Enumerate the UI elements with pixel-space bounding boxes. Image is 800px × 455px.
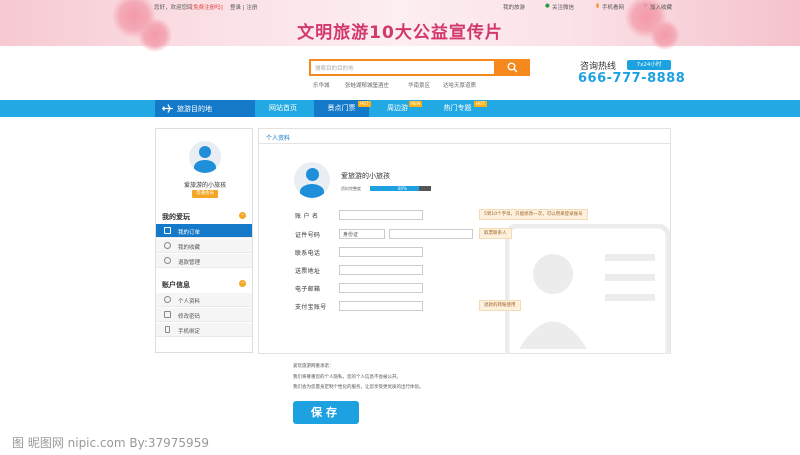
- account-input[interactable]: [339, 210, 423, 220]
- hot-word-link[interactable]: 华南景区: [408, 81, 430, 89]
- sidebar-item-label: 我的订单: [178, 230, 201, 236]
- nav-item-tickets[interactable]: 景点门票 HOT: [314, 100, 371, 117]
- id-card-watermark-icon: [505, 224, 670, 354]
- profile-username: 爱旅游的小旅孩: [341, 172, 390, 180]
- nav-item-nearby[interactable]: 周边游 NEW: [375, 100, 423, 117]
- id-number-input[interactable]: [389, 229, 473, 239]
- hot-word-link[interactable]: 达哈天厚道质: [443, 81, 476, 89]
- alipay-tip: 退款的转账使用: [479, 300, 521, 311]
- completeness-fill: [370, 186, 419, 191]
- wechat-icon: ●: [545, 3, 550, 9]
- hotline-badge: 7x24小时: [627, 60, 671, 70]
- alipay-input[interactable]: [339, 301, 423, 311]
- nav-item-topics[interactable]: 热门专题 HOT: [430, 100, 487, 117]
- search-icon: [507, 62, 518, 73]
- hot-word-link[interactable]: 张蛙湖郁城堡酒庄: [345, 81, 389, 89]
- group-title-account[interactable]: 账户信息 −: [156, 277, 252, 291]
- heart-icon: [164, 242, 171, 249]
- phone-input[interactable]: [339, 247, 423, 257]
- nav-item-label: 景点门票: [327, 104, 356, 112]
- user-icon: [164, 296, 171, 303]
- tab-divider: [259, 143, 670, 144]
- avatar[interactable]: [189, 141, 221, 173]
- star-icon: ☆: [643, 3, 648, 9]
- address-input[interactable]: [339, 265, 423, 275]
- lock-icon: [164, 311, 171, 318]
- completeness-label: 资料完整度: [341, 186, 361, 191]
- account-tip: 5到10个字母，只能修改一次，可以用来登录账号: [479, 209, 588, 220]
- refund-icon: [164, 257, 171, 264]
- chevron-down-icon: ∨: [343, 231, 347, 237]
- order-icon: [164, 227, 171, 234]
- address-label: 送票地址: [295, 268, 321, 275]
- completeness-bar: 80%: [370, 186, 431, 191]
- banner-title[interactable]: 文明旅游10大公益宣传片: [0, 18, 800, 43]
- id-type-select[interactable]: 身份证 ∨: [339, 229, 385, 239]
- sidebar-username: 爱旅游的小旅孩: [183, 182, 226, 189]
- account-sidebar: 爱旅游的小旅孩 普通会员 我的爱玩 − 我的订单 我的收藏 退款管理 账户信息 …: [155, 128, 253, 353]
- new-badge: NEW: [409, 101, 423, 107]
- sidebar-item-label: 手机绑定: [178, 329, 201, 335]
- promise-line: 我们将尊重您的个人隐私，您的个人信息不会被公开。: [293, 375, 401, 380]
- greeting-text: 您好，欢迎您回: [154, 5, 193, 11]
- hot-badge: HOT: [474, 101, 487, 107]
- login-register-link[interactable]: 登录 | 注册: [230, 3, 257, 11]
- email-input[interactable]: [339, 283, 423, 293]
- search-button[interactable]: [496, 59, 530, 76]
- phone-icon: [165, 326, 170, 333]
- destination-menu[interactable]: 旅游目的地: [155, 100, 255, 117]
- nav-item-label: 热门专题: [443, 104, 472, 112]
- promise-title: 爱玩旅游网重承诺：: [293, 364, 334, 369]
- profile-avatar[interactable]: [294, 162, 330, 198]
- search-input[interactable]: 搜索目的目的地: [309, 59, 496, 76]
- register-link[interactable]: [免费注册吗]: [191, 3, 223, 11]
- save-button[interactable]: 保存: [293, 401, 359, 424]
- watermark-text: 图 昵图网 nipic.com By:37975959: [12, 436, 209, 450]
- profile-panel: 个人资料 爱旅游的小旅孩 资料完整度 80% 账 户 名 5到10个字母，只能修…: [258, 128, 671, 354]
- id-tip: 取票联系人: [479, 228, 512, 239]
- group-title-label: 账户信息: [162, 281, 190, 289]
- member-badge: 普通会员: [192, 190, 218, 198]
- nav-item-label: 周边游: [387, 104, 408, 112]
- sidebar-item-password[interactable]: 修改密码: [156, 308, 252, 322]
- follow-wechat-link[interactable]: 关注微信: [552, 3, 574, 11]
- sidebar-item-favorites[interactable]: 我的收藏: [156, 239, 252, 253]
- group-title-my-play[interactable]: 我的爱玩 −: [156, 209, 252, 223]
- mobile-icon: ▮: [596, 3, 600, 9]
- hot-word-link[interactable]: 乐华城: [313, 81, 330, 89]
- sidebar-item-phone[interactable]: 手机绑定: [156, 323, 252, 337]
- hotline-number: 666-777-8888: [578, 71, 686, 86]
- alipay-label: 支付宝账号: [295, 304, 327, 311]
- sidebar-item-profile[interactable]: 个人资料: [156, 293, 252, 307]
- destination-label: 旅游目的地: [177, 105, 212, 113]
- id-number-label: 证件号码: [295, 232, 321, 239]
- mobile-link[interactable]: 手机看网: [602, 3, 624, 11]
- sidebar-item-label: 个人资料: [178, 299, 201, 305]
- phone-label: 联系电话: [295, 250, 321, 257]
- sidebar-item-refunds[interactable]: 退款管理: [156, 254, 252, 268]
- favorite-link[interactable]: 加入收藏: [650, 3, 672, 11]
- collapse-icon[interactable]: −: [239, 212, 246, 219]
- tab-profile[interactable]: 个人资料: [266, 133, 290, 142]
- sidebar-item-label: 我的收藏: [178, 245, 201, 251]
- sidebar-item-label: 修改密码: [178, 314, 201, 320]
- sidebar-item-label: 退款管理: [178, 260, 201, 266]
- plane-icon: [162, 104, 173, 113]
- sidebar-item-orders[interactable]: 我的订单: [156, 224, 252, 238]
- promise-line: 我们会为您量身定制个性化的服务，让您享受更优质的出行体验。: [293, 385, 424, 390]
- search-placeholder: 搜索目的目的地: [315, 66, 354, 72]
- account-label: 账 户 名: [295, 213, 319, 220]
- collapse-icon[interactable]: −: [239, 280, 246, 287]
- completeness-text: 80%: [398, 186, 407, 191]
- hot-badge: HOT: [358, 101, 371, 107]
- nav-item-home[interactable]: 网站首页: [262, 100, 304, 117]
- my-travel-link[interactable]: 我的旅游: [503, 3, 525, 11]
- group-title-label: 我的爱玩: [162, 213, 190, 221]
- email-label: 电子邮箱: [295, 286, 321, 293]
- top-utility-bar: 您好，欢迎您回 [免费注册吗] 登录 | 注册 我的旅游 ● 关注微信 ▮ 手机…: [0, 0, 800, 13]
